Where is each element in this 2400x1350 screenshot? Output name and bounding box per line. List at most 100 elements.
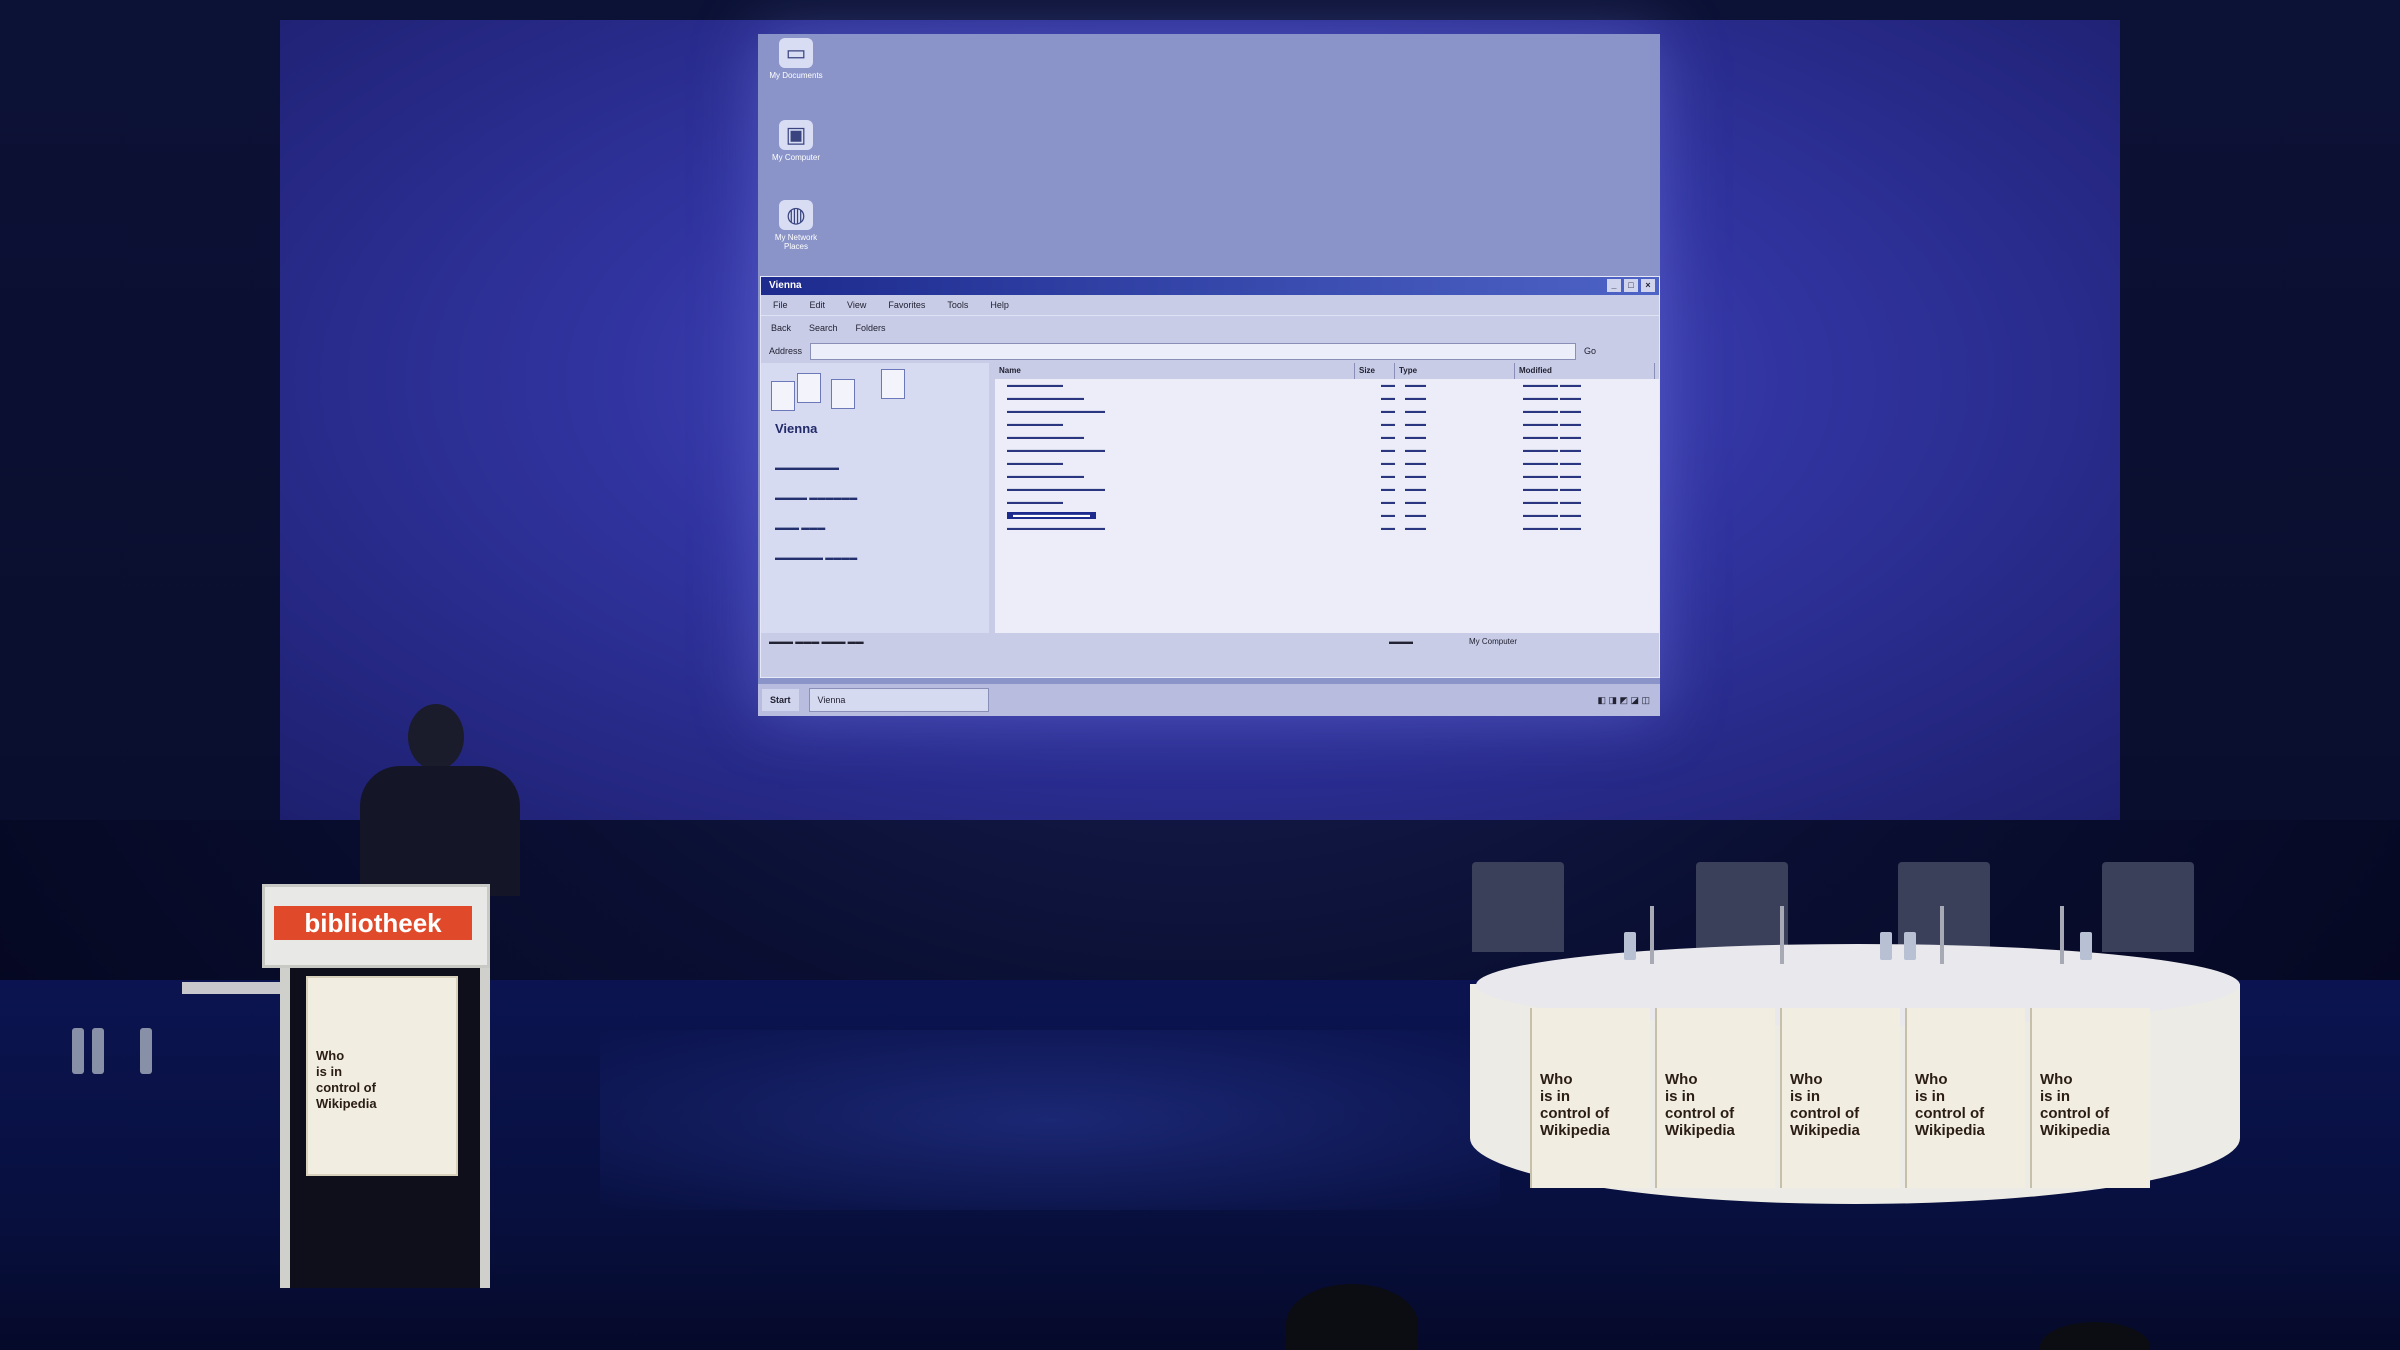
desktop-icon-label: My Network Places <box>774 233 818 251</box>
start-button: Start <box>762 689 799 711</box>
table-poster: Who is in control of Wikipedia <box>2030 1008 2150 1188</box>
address-field <box>810 342 1577 360</box>
poster-line: Who <box>1665 1071 1698 1088</box>
poster-line: control of <box>1915 1105 1985 1122</box>
file-size: ▬▬ <box>1381 512 1395 519</box>
microphone <box>1940 906 1944 964</box>
search-button: Search <box>809 323 838 333</box>
file-type: ▬▬▬ <box>1405 486 1426 493</box>
file-size: ▬▬ <box>1381 421 1395 428</box>
file-size: ▬▬ <box>1381 486 1395 493</box>
file-name: ▬▬▬▬▬▬▬▬▬▬▬ <box>1007 395 1084 402</box>
table-poster: Who is in control of Wikipedia <box>1655 1008 1775 1188</box>
water-bottle <box>140 1028 152 1074</box>
status-right: My Computer <box>1469 637 1518 646</box>
file-name: ▬▬▬▬▬▬▬▬ <box>1007 460 1063 467</box>
file-type: ▬▬▬ <box>1405 434 1426 441</box>
desktop-icon-my-documents: ▭ My Documents <box>768 38 824 80</box>
status-mid: ▬▬▬ <box>1389 637 1413 646</box>
file-list: Name Size Type Modified ▬▬▬▬▬▬▬▬ ▬▬ ▬▬▬ ▬▬▬… <box>995 363 1659 633</box>
poster-line: control of <box>1665 1105 1735 1122</box>
theater-stage: ▭ My Documents ▣ My Computer ◍ My Networ… <box>0 0 2400 1350</box>
system-tray: ◧ ◨ ◩ ◪ ◫ <box>1597 694 1650 705</box>
file-row: ▬▬▬▬▬▬▬▬ ▬▬ ▬▬▬ ▬▬▬▬▬ ▬▬▬ <box>995 418 1659 431</box>
poster-line: Who <box>316 1048 345 1063</box>
file-size: ▬▬ <box>1381 473 1395 480</box>
file-modified: ▬▬▬▬▬ ▬▬▬ <box>1523 408 1581 415</box>
file-name: ▬▬▬▬▬▬▬▬▬▬▬ <box>995 509 1355 522</box>
lectern-post <box>480 962 490 1288</box>
file-type: ▬▬▬ <box>1405 447 1426 454</box>
file-name: ▬▬▬▬▬▬▬▬▬▬▬▬▬▬ <box>1007 408 1105 415</box>
folder-illustration <box>771 369 911 415</box>
poster-line: Who <box>1790 1071 1823 1088</box>
go-button: Go <box>1584 346 1597 356</box>
file-row: ▬▬▬▬▬▬▬▬ ▬▬ ▬▬▬ ▬▬▬▬▬ ▬▬▬ <box>995 457 1659 470</box>
status-bar: ▬▬▬ ▬▬▬ ▬▬▬ ▬▬ ▬▬▬ My Computer <box>761 633 1659 651</box>
microphone <box>2060 906 2064 964</box>
poster-line: is in <box>1915 1088 1946 1105</box>
poster-line: Who <box>2040 1071 2073 1088</box>
detail-line: ▬▬▬ ▬▬▬ <box>775 523 826 532</box>
presenter-head <box>408 704 464 770</box>
file-type: ▬▬▬ <box>1405 421 1426 428</box>
menu-bar: File Edit View Favorites Tools Help <box>761 295 1659 315</box>
poster-line: control of <box>1790 1105 1860 1122</box>
file-name: ▬▬▬▬▬▬▬▬▬▬▬ <box>1007 473 1084 480</box>
chair <box>2102 862 2194 952</box>
window-controls: _ □ × <box>1607 279 1655 292</box>
poster-line: is in <box>1665 1088 1696 1105</box>
file-size: ▬▬ <box>1381 434 1395 441</box>
file-size: ▬▬ <box>1381 447 1395 454</box>
back-button: Back <box>771 323 792 333</box>
menu-view: View <box>847 300 867 310</box>
file-row: ▬▬▬▬▬▬▬▬▬▬▬ ▬▬ ▬▬▬ ▬▬▬▬▬ ▬▬▬ <box>995 470 1659 483</box>
window-body: Vienna ▬▬▬▬▬▬▬▬ ▬▬▬▬ ▬▬▬▬▬▬ ▬▬▬ ▬▬▬ ▬▬▬▬… <box>761 363 1659 633</box>
detail-line: ▬▬▬▬▬▬ ▬▬▬▬ <box>775 553 858 562</box>
table-poster: Who is in control of Wikipedia <box>1905 1008 2025 1188</box>
poster-line: control of <box>1540 1105 1610 1122</box>
file-type: ▬▬▬ <box>1405 395 1426 402</box>
lectern-sign: bibliotheek <box>274 906 472 940</box>
file-name: ▬▬▬▬▬▬▬▬▬▬▬▬▬▬ <box>1007 525 1105 532</box>
window-title: Vienna <box>769 280 802 291</box>
poster-line: Wikipedia <box>2040 1122 2110 1139</box>
file-type: ▬▬▬ <box>1405 473 1426 480</box>
poster-line: control of <box>2040 1105 2110 1122</box>
water-glass <box>1624 932 1636 960</box>
menu-tools: Tools <box>947 300 969 310</box>
file-size: ▬▬ <box>1381 499 1395 506</box>
file-size: ▬▬ <box>1381 395 1395 402</box>
toolbar: Back Search Folders <box>761 315 1659 340</box>
col-type: Type <box>1395 363 1515 379</box>
microphone <box>1650 906 1654 964</box>
file-list-header: Name Size Type Modified <box>995 363 1659 379</box>
presenter-body <box>360 766 520 896</box>
file-row: ▬▬▬▬▬▬▬▬ ▬▬ ▬▬▬ ▬▬▬▬▬ ▬▬▬ <box>995 496 1659 509</box>
table-poster: Who is in control of Wikipedia <box>1780 1008 1900 1188</box>
poster-line: Who <box>1540 1071 1573 1088</box>
poster-line: Who <box>1915 1071 1948 1088</box>
menu-file: File <box>773 300 788 310</box>
status-left: ▬▬▬ ▬▬▬ ▬▬▬ ▬▬ <box>769 637 864 646</box>
poster-line: Wikipedia <box>1915 1122 1985 1139</box>
desktop-icon-label: My Computer <box>771 153 820 162</box>
file-modified: ▬▬▬▬▬ ▬▬▬ <box>1523 499 1581 506</box>
file-modified: ▬▬▬▬▬ ▬▬▬ <box>1523 447 1581 454</box>
water-bottle <box>72 1028 84 1074</box>
file-modified: ▬▬▬▬▬ ▬▬▬ <box>1523 382 1581 389</box>
chair <box>1696 862 1788 952</box>
file-modified: ▬▬▬▬▬ ▬▬▬ <box>1523 525 1581 532</box>
detail-line: ▬▬▬▬ ▬▬▬▬▬▬ <box>775 493 858 502</box>
file-row: ▬▬▬▬▬▬▬▬▬▬▬▬▬▬ ▬▬ ▬▬▬ ▬▬▬▬▬ ▬▬▬ <box>995 522 1659 535</box>
taskbar: Start Vienna ◧ ◨ ◩ ◪ ◫ <box>758 684 1660 716</box>
file-name: ▬▬▬▬▬▬▬▬▬▬▬ <box>1007 434 1084 441</box>
file-modified: ▬▬▬▬▬ ▬▬▬ <box>1523 395 1581 402</box>
water-glass <box>1904 932 1916 960</box>
address-label: Address <box>769 346 803 356</box>
file-size: ▬▬ <box>1381 525 1395 532</box>
maximize-icon: □ <box>1624 279 1638 292</box>
file-name: ▬▬▬▬▬▬▬▬▬▬▬▬▬▬ <box>1007 486 1105 493</box>
window-titlebar: Vienna _ □ × <box>761 277 1659 295</box>
file-type: ▬▬▬ <box>1405 499 1426 506</box>
